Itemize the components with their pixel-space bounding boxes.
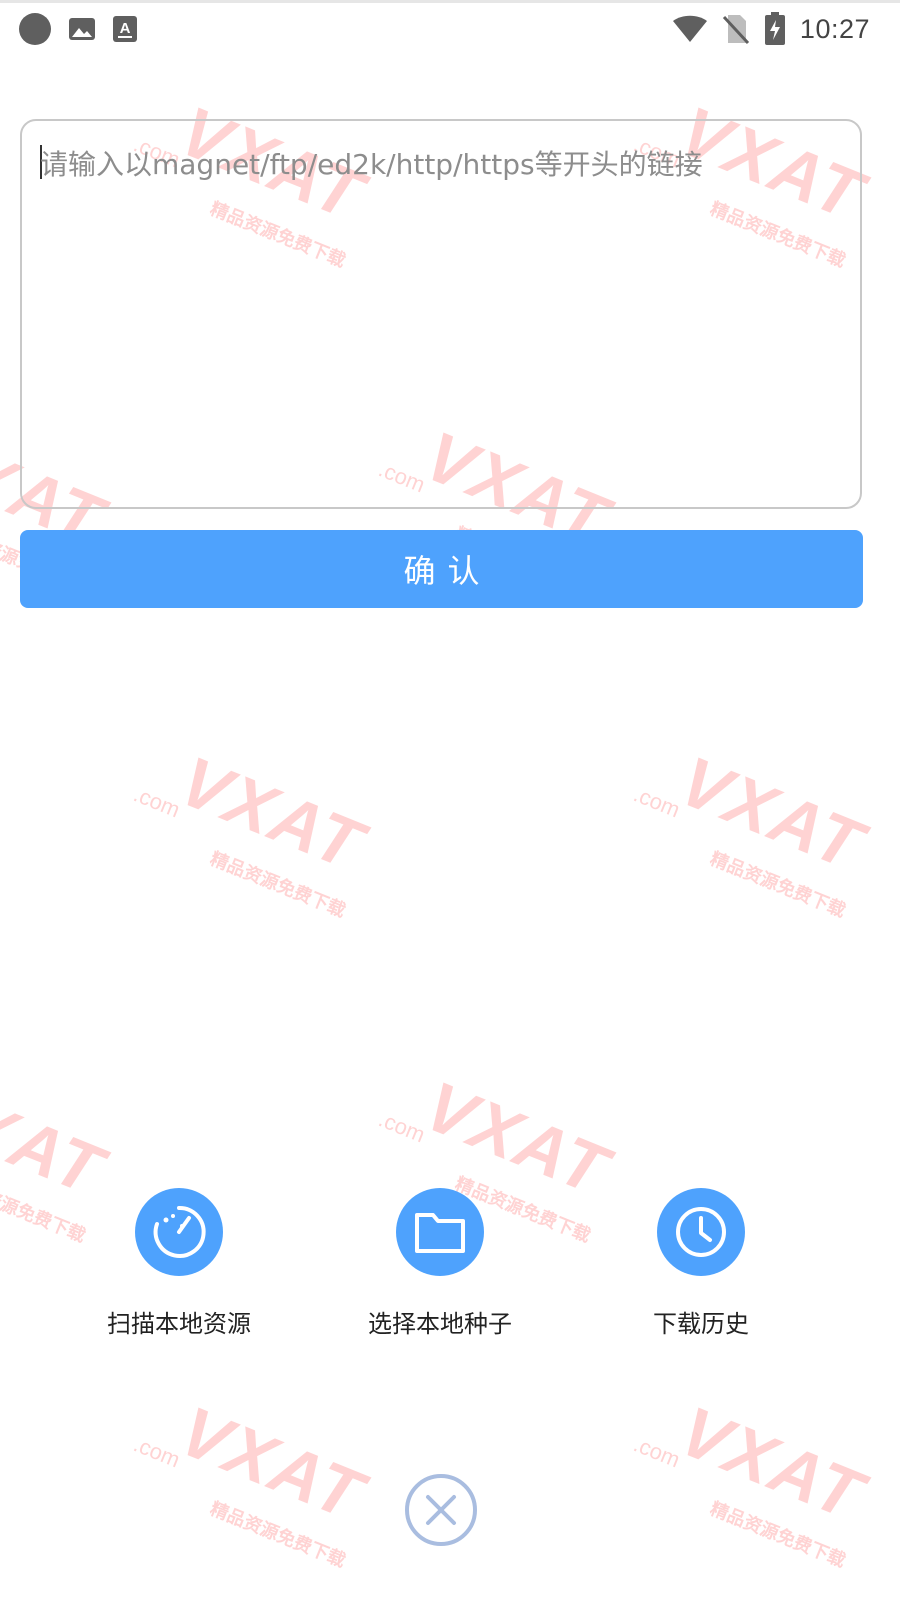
scan-icon-circle[interactable]: [135, 1188, 223, 1276]
status-bar-right: 10:27: [672, 9, 870, 49]
watermark: .comVXAT精品资源免费下载: [630, 1391, 875, 1572]
no-sim-icon: [722, 15, 750, 45]
confirm-button[interactable]: 确认: [20, 530, 863, 608]
image-notification-icon: [69, 18, 95, 40]
download-history-button[interactable]: 下载历史: [601, 1188, 801, 1339]
status-bar: A 10:27: [0, 0, 900, 48]
font-notification-icon: A: [113, 16, 137, 42]
select-local-torrent-label: 选择本地种子: [368, 1310, 512, 1338]
battery-charging-icon: [764, 12, 785, 45]
watermark: .comVXAT精品资源免费下载: [130, 1391, 375, 1572]
select-local-torrent-button[interactable]: 选择本地种子: [340, 1188, 540, 1339]
scan-local-resources-label: 扫描本地资源: [107, 1310, 251, 1338]
scan-local-resources-button[interactable]: 扫描本地资源: [79, 1188, 279, 1339]
close-icon: [405, 1474, 477, 1546]
app-screen: A 10:27 .com VXAT 精品资源免费下载 .com VXAT 精品资源免费下…: [0, 0, 900, 1600]
clock-icon: [676, 1207, 726, 1257]
status-time: 10:27: [799, 13, 870, 44]
circle-notification-icon: [19, 13, 51, 45]
download-history-label: 下载历史: [653, 1310, 749, 1338]
clock-icon-circle[interactable]: [657, 1188, 745, 1276]
radar-scan-icon: [153, 1205, 206, 1258]
folder-icon: [415, 1213, 465, 1253]
wifi-icon: [672, 15, 707, 42]
svg-text:A: A: [120, 20, 131, 37]
watermark: .comVXAT精品资源免费下载: [130, 741, 375, 922]
link-input-placeholder: 请输入以magnet/ftp/ed2k/http/https等开头的链接: [40, 148, 703, 181]
link-input[interactable]: 请输入以magnet/ftp/ed2k/http/https等开头的链接: [20, 119, 862, 509]
folder-icon-circle[interactable]: [396, 1188, 484, 1276]
close-button[interactable]: [404, 1473, 478, 1547]
watermark: .comVXAT精品资源免费下载: [630, 741, 875, 922]
status-bar-left: A: [18, 9, 138, 49]
